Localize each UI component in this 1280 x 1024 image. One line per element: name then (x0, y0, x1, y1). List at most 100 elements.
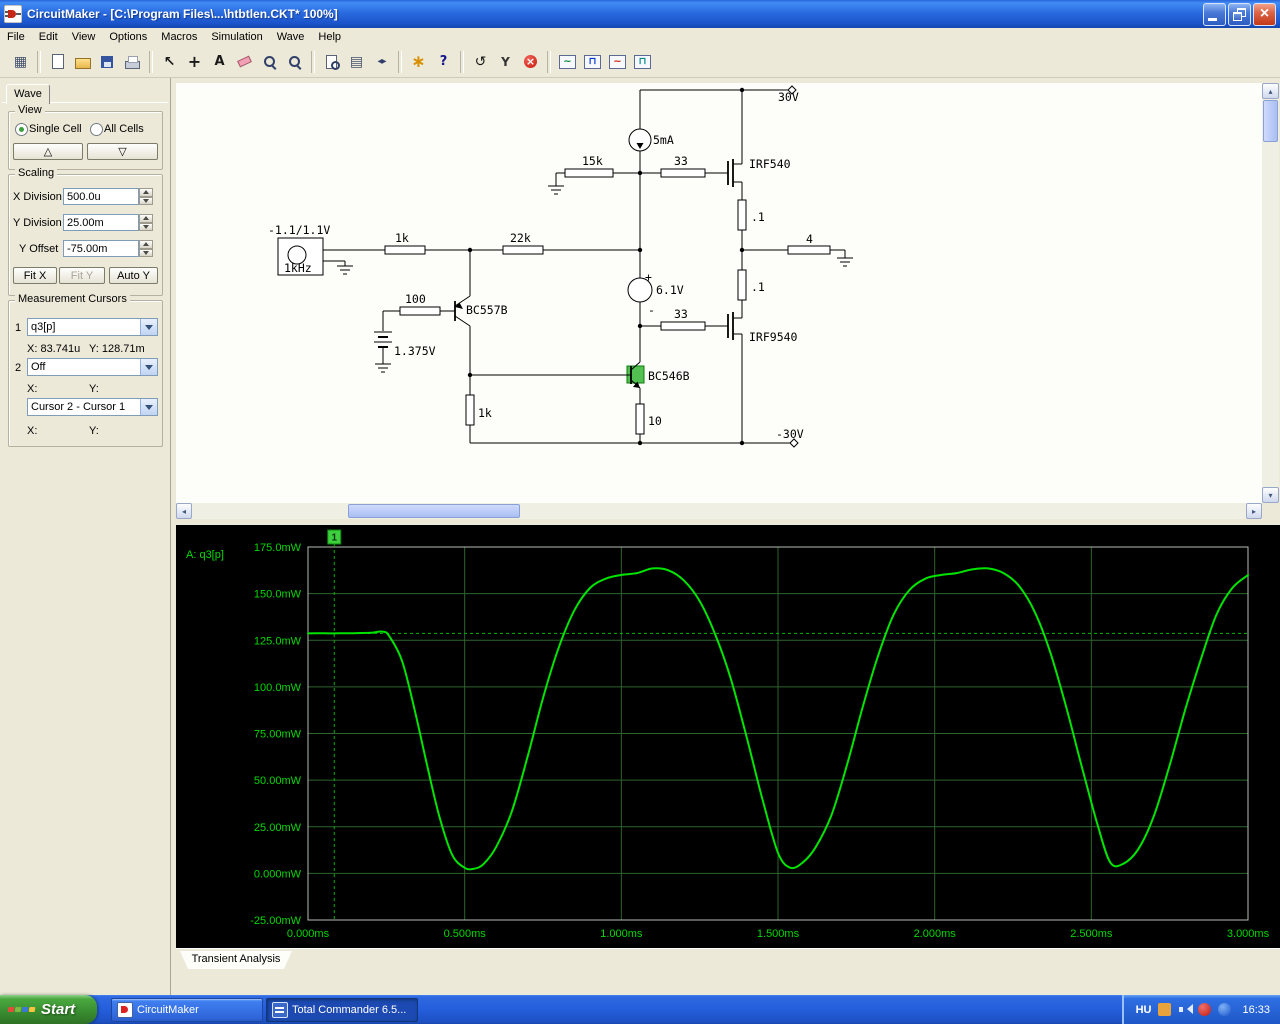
y-offset-input[interactable]: -75.00m (63, 240, 139, 257)
find-device-button[interactable] (319, 49, 344, 74)
scroll-down-icon[interactable]: ▾ (1262, 487, 1279, 503)
menu-item[interactable]: Macros (154, 29, 204, 45)
tray-icon-red[interactable] (1198, 1003, 1212, 1016)
tray-icon-shield[interactable] (1158, 1003, 1172, 1016)
simulation-wizard-button[interactable] (406, 49, 431, 74)
split-view-button[interactable] (369, 49, 394, 74)
view-group: View Single Cell All Cells △ ▽ (8, 104, 163, 170)
schematic-canvas[interactable]: 30V 5mA 15k 33 IRF540 .1 4 .1 33 IRF9540 +6.1V - BC5… (176, 83, 1262, 503)
cursor1-source-select[interactable]: q3[p] (27, 318, 158, 336)
cell-up-button[interactable]: △ (13, 143, 83, 160)
cell-down-button[interactable]: ▽ (87, 143, 158, 160)
waveform-plot[interactable]: A: q3[p] 175.0mW 150.0mW 125.0mW 100.0mW 75.… (176, 525, 1280, 948)
wire-tool-button[interactable] (182, 49, 207, 74)
sheet-view-icon (348, 54, 365, 70)
single-cell-radio[interactable] (15, 123, 28, 136)
chevron-down-icon[interactable] (140, 399, 157, 415)
scope-a-button[interactable] (555, 49, 580, 74)
scope-b-button[interactable] (580, 49, 605, 74)
menu-item[interactable]: View (65, 29, 103, 45)
pointer-tool-button[interactable] (157, 49, 182, 74)
save-icon (99, 54, 116, 70)
scope-d-button[interactable] (630, 49, 655, 74)
spin-down-icon[interactable] (139, 248, 153, 257)
scroll-left-icon[interactable]: ◂ (176, 503, 192, 519)
menu-item[interactable]: Wave (270, 29, 312, 45)
print-button[interactable] (120, 49, 145, 74)
cursor2-source-select[interactable]: Off (27, 358, 158, 376)
menu-item[interactable]: Help (311, 29, 348, 45)
title-bar: CircuitMaker - [C:\Program Files\...\htb… (0, 0, 1280, 28)
cursor2-x-readout: X: (27, 383, 38, 395)
svg-text:1.375V: 1.375V (394, 344, 436, 358)
vertical-scroll-thumb[interactable] (1263, 100, 1278, 142)
restore-button[interactable] (1228, 2, 1251, 26)
chevron-down-icon[interactable] (140, 359, 157, 375)
auto-y-button[interactable]: Auto Y (109, 267, 158, 284)
spin-up-icon[interactable] (139, 188, 153, 197)
schematic-horizontal-scrollbar[interactable]: ◂ ▸ (176, 503, 1262, 519)
spin-up-icon[interactable] (139, 214, 153, 223)
reset-button[interactable] (468, 49, 493, 74)
scope-c-button[interactable] (605, 49, 630, 74)
spin-down-icon[interactable] (139, 196, 153, 205)
menu-item[interactable]: Options (102, 29, 154, 45)
tray-icon-blue[interactable] (1218, 1003, 1232, 1016)
y-offset-spinner[interactable] (139, 240, 153, 257)
taskbar-task-circuitmaker[interactable]: CircuitMaker (111, 997, 263, 1022)
menu-item[interactable]: Simulation (204, 29, 269, 45)
schematic-vertical-scrollbar[interactable]: ▴ ▾ (1262, 83, 1279, 503)
scope-c-icon (609, 54, 626, 70)
taskbar-tasks: CircuitMaker Total Commander 6.5... (111, 997, 1122, 1022)
sheet-view-button[interactable] (344, 49, 369, 74)
minimize-button[interactable] (1203, 2, 1226, 26)
digital-mode-button[interactable] (8, 49, 33, 74)
x-division-spinner[interactable] (139, 188, 153, 205)
cursor-diff-y-readout: Y: (89, 425, 99, 437)
scroll-right-icon[interactable]: ▸ (1246, 503, 1262, 519)
delete-tool-button[interactable] (232, 49, 257, 74)
menu-item[interactable]: File (0, 29, 32, 45)
svg-text:-1.1/1.1V: -1.1/1.1V (268, 223, 330, 237)
toolbar-separator (311, 50, 315, 73)
svg-text:1.000ms: 1.000ms (600, 928, 643, 940)
probe-button[interactable] (493, 49, 518, 74)
tab-transient-analysis[interactable]: Transient Analysis (180, 951, 292, 969)
menu-item[interactable]: Edit (32, 29, 65, 45)
svg-text:25.00mW: 25.00mW (254, 822, 302, 834)
save-button[interactable] (95, 49, 120, 74)
svg-text:-30V: -30V (776, 427, 804, 441)
horizontal-scroll-thumb[interactable] (348, 504, 520, 518)
help-icon (435, 54, 452, 70)
chevron-down-icon[interactable] (140, 319, 157, 335)
new-button[interactable] (45, 49, 70, 74)
close-button[interactable] (1253, 2, 1276, 26)
y-division-input[interactable]: 25.00m (63, 214, 139, 231)
clock[interactable]: 16:33 (1242, 1004, 1270, 1016)
tab-wave[interactable]: Wave (6, 84, 50, 104)
wire-tool-icon (186, 54, 203, 70)
open-button[interactable] (70, 49, 95, 74)
spin-down-icon[interactable] (139, 222, 153, 231)
spin-up-icon[interactable] (139, 240, 153, 249)
stop-simulation-button[interactable] (518, 49, 543, 74)
svg-text:15k: 15k (582, 154, 603, 168)
measurement-cursors-title: Measurement Cursors (15, 293, 130, 305)
y-division-spinner[interactable] (139, 214, 153, 231)
language-indicator[interactable]: HU (1136, 1004, 1152, 1016)
all-cells-radio[interactable] (90, 123, 103, 136)
text-tool-button[interactable] (207, 49, 232, 74)
start-button[interactable]: Start (0, 995, 97, 1024)
circuitmaker-window: CircuitMaker - [C:\Program Files\...\htb… (0, 0, 1280, 1024)
help-button[interactable] (431, 49, 456, 74)
zoom-tool-button[interactable] (282, 49, 307, 74)
volume-icon[interactable] (1178, 1003, 1194, 1016)
cursor-diff-select[interactable]: Cursor 2 - Cursor 1 (27, 398, 158, 416)
cursor2-source-value: Off (31, 361, 46, 373)
fit-x-button[interactable]: Fit X (13, 267, 57, 284)
taskbar-task-totalcommander[interactable]: Total Commander 6.5... (266, 997, 418, 1022)
zoom-in-tool-button[interactable] (257, 49, 282, 74)
scroll-up-icon[interactable]: ▴ (1262, 83, 1279, 99)
x-division-input[interactable]: 500.0u (63, 188, 139, 205)
x-division-label: X Division (13, 191, 62, 203)
